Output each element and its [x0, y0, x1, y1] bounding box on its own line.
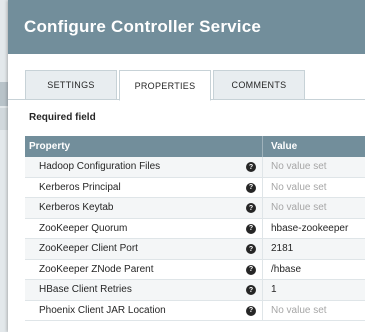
tab-settings[interactable]: SETTINGS: [25, 70, 117, 100]
property-name-cell: Kerberos Keytab ?: [25, 198, 263, 218]
question-mark-icon[interactable]: ?: [246, 285, 256, 295]
property-value-cell[interactable]: hbase-zookeeper: [263, 219, 365, 239]
property-name-cell: Hadoop Configuration Files ?: [25, 157, 263, 177]
table-header: Property Value: [25, 136, 365, 157]
question-mark-icon[interactable]: ?: [246, 223, 256, 234]
value-column-header[interactable]: Value: [263, 136, 365, 157]
property-value-cell[interactable]: 1: [263, 280, 365, 300]
property-value-cell[interactable]: 2181: [263, 239, 365, 259]
property-name: Kerberos Principal: [39, 181, 121, 193]
property-name-cell: ZooKeeper Client Port ?: [25, 239, 263, 259]
question-mark-icon[interactable]: ?: [246, 162, 256, 172]
table-row[interactable]: ZooKeeper ZNode Parent ? /hbase: [25, 259, 365, 280]
question-mark-icon[interactable]: ?: [246, 264, 256, 275]
property-name-cell: ZooKeeper Quorum ?: [25, 218, 263, 238]
dialog-title: Configure Controller Service: [24, 17, 262, 36]
table-row[interactable]: ZooKeeper Client Port ? 2181: [25, 239, 365, 260]
question-mark-icon[interactable]: ?: [246, 244, 256, 254]
table-body: Hadoop Configuration Files ? No value se…: [25, 157, 365, 321]
tab-properties[interactable]: PROPERTIES: [119, 70, 211, 101]
property-value-cell[interactable]: No value set: [263, 198, 365, 218]
property-name: Phoenix Client JAR Location: [39, 304, 166, 316]
question-mark-icon[interactable]: ?: [246, 203, 256, 213]
configure-controller-service-dialog: Configure Controller Service SETTINGS PR…: [8, 0, 365, 332]
tab-comments[interactable]: COMMENTS: [213, 70, 305, 100]
property-name-cell: HBase Client Retries ?: [25, 280, 263, 300]
property-name: ZooKeeper Client Port: [39, 243, 138, 255]
table-row[interactable]: Kerberos Keytab ? No value set: [25, 198, 365, 219]
properties-table: Property Value Hadoop Configuration File…: [25, 136, 365, 321]
property-name: ZooKeeper Quorum: [39, 222, 128, 234]
table-row[interactable]: HBase Client Retries ? 1: [25, 280, 365, 301]
property-value-cell[interactable]: /hbase: [263, 260, 365, 280]
property-name-cell: Phoenix Client JAR Location ?: [25, 300, 263, 320]
property-value-cell[interactable]: No value set: [263, 157, 365, 177]
property-name-cell: Kerberos Principal ?: [25, 177, 263, 197]
table-row[interactable]: Phoenix Client JAR Location ? No value s…: [25, 300, 365, 321]
question-mark-icon[interactable]: ?: [246, 305, 256, 316]
required-field-note: Required field: [29, 112, 96, 123]
table-row[interactable]: Kerberos Principal ? No value set: [25, 177, 365, 198]
property-name: Hadoop Configuration Files: [39, 161, 161, 173]
property-value-cell[interactable]: No value set: [263, 301, 365, 321]
property-name: Kerberos Keytab: [39, 202, 114, 214]
property-name: ZooKeeper ZNode Parent: [39, 263, 154, 275]
property-name-cell: ZooKeeper ZNode Parent ?: [25, 259, 263, 279]
property-value-cell[interactable]: No value set: [263, 178, 365, 198]
property-column-header[interactable]: Property: [25, 136, 263, 157]
table-row[interactable]: Hadoop Configuration Files ? No value se…: [25, 157, 365, 178]
table-row[interactable]: ZooKeeper Quorum ? hbase-zookeeper: [25, 218, 365, 239]
property-name: HBase Client Retries: [39, 284, 132, 296]
dialog-header: Configure Controller Service: [8, 0, 365, 54]
tab-bar: SETTINGS PROPERTIES COMMENTS: [8, 54, 365, 101]
question-mark-icon[interactable]: ?: [246, 182, 256, 193]
